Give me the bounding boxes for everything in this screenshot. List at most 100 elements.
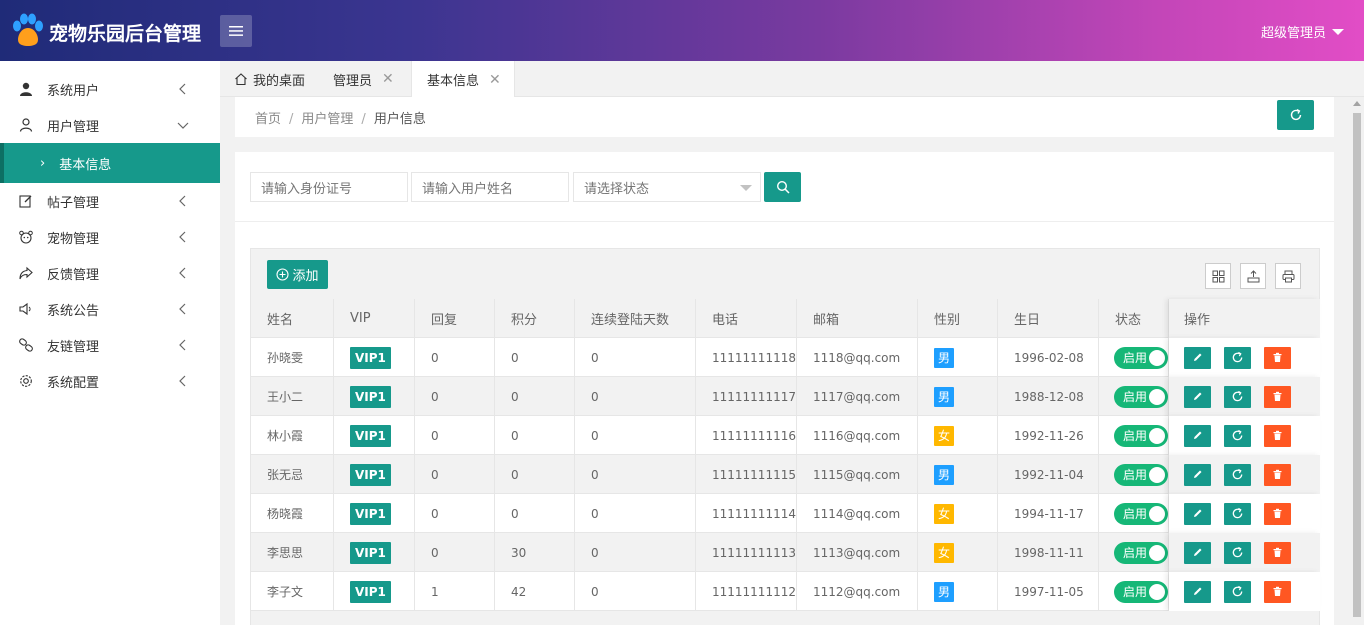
sex-badge: 女: [934, 542, 954, 563]
cell-birthday: 1996-02-08: [998, 338, 1099, 377]
sidebar-item-label: 宠物管理: [47, 231, 100, 247]
scroll-up-arrow-icon[interactable]: [1353, 101, 1361, 106]
cell-vip: VIP1: [334, 455, 415, 494]
breadcrumb-section[interactable]: 用户管理: [301, 112, 353, 127]
reset-password-button[interactable]: [1224, 541, 1251, 564]
delete-button[interactable]: [1264, 463, 1291, 486]
refresh-icon: [1232, 546, 1243, 558]
chevron-left-icon: [179, 195, 186, 207]
sidebar-item-config[interactable]: 系统配置: [0, 363, 220, 399]
sidebar-item-announcement[interactable]: 系统公告: [0, 291, 220, 327]
cell-phone: 11111111118: [696, 338, 797, 377]
vip-badge: VIP1: [350, 580, 391, 603]
sidebar-item-posts[interactable]: 帖子管理: [0, 183, 220, 219]
switch-knob: [1149, 349, 1165, 366]
col-header-name: 姓名: [251, 299, 334, 338]
trash-icon: [1273, 391, 1282, 401]
cell-name: 林小霞: [251, 416, 334, 455]
refresh-icon: [1290, 108, 1301, 121]
edit-button[interactable]: [1184, 385, 1211, 408]
menu-toggle-button[interactable]: [220, 15, 252, 47]
print-icon: [1282, 270, 1294, 282]
cell-points: 0: [495, 416, 575, 455]
reset-password-button[interactable]: [1224, 346, 1251, 369]
columns-filter-button[interactable]: [1205, 263, 1231, 289]
sidebar-item-pets[interactable]: 宠物管理: [0, 219, 220, 255]
cell-status: 启用: [1099, 377, 1169, 416]
cell-login-days: 0: [575, 416, 696, 455]
status-switch-label: 启用: [1123, 390, 1148, 404]
edit-button[interactable]: [1184, 541, 1211, 564]
status-switch[interactable]: 启用: [1114, 502, 1168, 525]
cell-sex: 女: [918, 533, 998, 572]
status-switch[interactable]: 启用: [1114, 346, 1168, 369]
delete-button[interactable]: [1264, 580, 1291, 603]
delete-button[interactable]: [1264, 502, 1291, 525]
reset-password-button[interactable]: [1224, 424, 1251, 447]
sidebar-item-system-users[interactable]: 系统用户: [0, 71, 220, 107]
col-header-actions-label: 操作: [1184, 313, 1211, 328]
switch-knob: [1149, 505, 1165, 522]
cell-reply: 0: [415, 416, 495, 455]
reset-password-button[interactable]: [1224, 580, 1251, 603]
pencil-icon: [1194, 392, 1202, 400]
scrollbar-thumb[interactable]: [1353, 113, 1361, 617]
cell-birthday: 1998-11-11: [998, 533, 1099, 572]
delete-button[interactable]: [1264, 541, 1291, 564]
pencil-icon: [1194, 431, 1202, 439]
edit-button[interactable]: [1184, 463, 1211, 486]
table-row: 张无忌 VIP1 0 0 0 11111111115 1115@qq.com 男…: [250, 455, 1320, 494]
edit-button[interactable]: [1184, 580, 1211, 603]
cell-vip: VIP1: [334, 338, 415, 377]
col-header-sex: 性别: [918, 299, 998, 338]
edit-button[interactable]: [1184, 424, 1211, 447]
delete-button[interactable]: [1264, 346, 1291, 369]
close-icon[interactable]: ✕: [489, 72, 501, 88]
delete-button[interactable]: [1264, 424, 1291, 447]
col-header-reply: 回复: [415, 299, 495, 338]
breadcrumb-home[interactable]: 首页: [255, 112, 281, 127]
edit-button[interactable]: [1184, 346, 1211, 369]
tab-desktop[interactable]: 我的桌面: [234, 61, 305, 97]
cell-points: 0: [495, 494, 575, 533]
status-switch[interactable]: 启用: [1114, 580, 1168, 603]
status-switch[interactable]: 启用: [1114, 463, 1168, 486]
status-switch[interactable]: 启用: [1114, 424, 1168, 447]
pencil-icon: [1194, 353, 1202, 361]
switch-knob: [1149, 388, 1165, 405]
sidebar-item-links[interactable]: 友链管理: [0, 327, 220, 363]
status-switch[interactable]: 启用: [1114, 385, 1168, 408]
export-button[interactable]: [1240, 263, 1266, 289]
close-icon[interactable]: ✕: [382, 71, 394, 87]
cell-status: 启用: [1099, 572, 1169, 611]
username-input[interactable]: 请输入用户姓名: [411, 172, 569, 202]
reset-password-button[interactable]: [1224, 502, 1251, 525]
id-number-input[interactable]: 请输入身份证号: [250, 172, 408, 202]
status-switch[interactable]: 启用: [1114, 541, 1168, 564]
delete-button[interactable]: [1264, 385, 1291, 408]
refresh-button[interactable]: [1277, 100, 1314, 130]
user-icon: [18, 81, 34, 97]
reset-password-button[interactable]: [1224, 385, 1251, 408]
reset-password-button[interactable]: [1224, 463, 1251, 486]
print-button[interactable]: [1275, 263, 1301, 289]
cell-reply: 0: [415, 533, 495, 572]
chevron-down-icon: [177, 122, 189, 129]
search-button[interactable]: [764, 172, 801, 202]
cell-status: 启用: [1099, 416, 1169, 455]
tab-admins[interactable]: 管理员 ✕: [333, 61, 394, 97]
sidebar-item-basic-info[interactable]: › 基本信息: [0, 143, 220, 183]
add-button[interactable]: 添加: [267, 260, 328, 289]
columns-icon: [1212, 270, 1224, 282]
edit-button[interactable]: [1184, 502, 1211, 525]
link-icon: [18, 337, 34, 353]
sidebar-item-feedback[interactable]: 反馈管理: [0, 255, 220, 291]
chevron-left-icon: [179, 303, 186, 315]
admin-menu[interactable]: 超级管理员: [1261, 22, 1344, 41]
sidebar-item-user-management[interactable]: 用户管理: [0, 107, 220, 143]
page-scrollbar[interactable]: [1350, 97, 1364, 625]
tab-basic-info[interactable]: 基本信息 ✕: [411, 61, 515, 98]
speaker-icon: [18, 301, 34, 317]
switch-knob: [1149, 427, 1165, 444]
status-select[interactable]: 请选择状态: [573, 172, 761, 202]
